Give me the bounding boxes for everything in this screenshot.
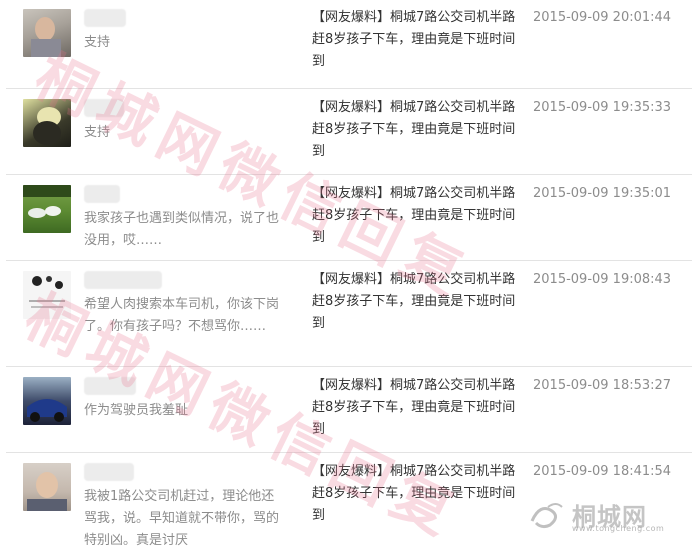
- comment-text: 希望人肉搜索本车司机，你该下岗了。你有孩子吗？不想骂你……: [84, 297, 280, 334]
- avatar-photo: [27, 399, 67, 422]
- comment-text: 我被1路公交司机赶过，理论他还骂我，说。早知道就不带你，骂的特别凶。真是讨厌: [84, 489, 280, 548]
- logo-icon: [530, 503, 563, 529]
- user-name-blurred[interactable]: [84, 99, 124, 117]
- article-link[interactable]: 【网友爆料】桐城7路公交司机半路赶8岁孩子下车，理由竟是下班时间到: [312, 7, 517, 73]
- avatar-photo: [23, 185, 71, 218]
- comment-time: 2015-09-09 19:35:01: [533, 186, 672, 201]
- comment-row: 作为驾驶员我羞耻 【网友爆料】桐城7路公交司机半路赶8岁孩子下车，理由竟是下班时…: [6, 366, 692, 452]
- article-link[interactable]: 【网友爆料】桐城7路公交司机半路赶8岁孩子下车，理由竟是下班时间到: [312, 375, 517, 441]
- comment-time: 2015-09-09 18:41:54: [533, 464, 672, 479]
- article-link[interactable]: 【网友爆料】桐城7路公交司机半路赶8岁孩子下车，理由竟是下班时间到: [312, 97, 517, 163]
- comment-time: 2015-09-09 20:01:44: [533, 10, 672, 25]
- comment-time: 2015-09-09 19:08:43: [533, 272, 672, 287]
- article-link[interactable]: 【网友爆料】桐城7路公交司机半路赶8岁孩子下车，理由竟是下班时间到: [312, 461, 517, 527]
- user-avatar[interactable]: [23, 271, 71, 319]
- comment-text: 作为驾驶员我羞耻: [84, 403, 189, 418]
- comment-row: 支持 【网友爆料】桐城7路公交司机半路赶8岁孩子下车，理由竟是下班时间到 201…: [6, 88, 692, 174]
- avatar-photo: [33, 107, 61, 145]
- avatar-photo: [29, 276, 65, 308]
- user-avatar[interactable]: [23, 9, 71, 57]
- avatar-photo: [27, 472, 67, 511]
- comment-row: 支持 【网友爆料】桐城7路公交司机半路赶8岁孩子下车，理由竟是下班时间到 201…: [6, 0, 692, 88]
- article-link[interactable]: 【网友爆料】桐城7路公交司机半路赶8岁孩子下车，理由竟是下班时间到: [312, 183, 517, 249]
- comment-text: 我家孩子也遇到类似情况，说了也没用，哎……: [84, 211, 280, 248]
- user-name-blurred[interactable]: [84, 185, 120, 203]
- comment-row: 我家孩子也遇到类似情况，说了也没用，哎…… 【网友爆料】桐城7路公交司机半路赶8…: [6, 174, 692, 260]
- article-link[interactable]: 【网友爆料】桐城7路公交司机半路赶8岁孩子下车，理由竟是下班时间到: [312, 269, 517, 335]
- site-logo: 桐城网 www.tongcheng.com: [526, 494, 676, 534]
- user-name-blurred[interactable]: [84, 463, 134, 481]
- comment-text: 支持: [84, 35, 111, 50]
- user-avatar[interactable]: [23, 463, 71, 511]
- user-avatar[interactable]: [23, 185, 71, 233]
- comment-row: 希望人肉搜索本车司机，你该下岗了。你有孩子吗？不想骂你…… 【网友爆料】桐城7路…: [6, 260, 692, 366]
- user-name-blurred[interactable]: [84, 9, 126, 27]
- user-name-blurred[interactable]: [84, 377, 136, 395]
- comment-list: 支持 【网友爆料】桐城7路公交司机半路赶8岁孩子下车，理由竟是下班时间到 201…: [0, 0, 692, 554]
- user-name-blurred[interactable]: [84, 271, 162, 289]
- user-avatar[interactable]: [23, 99, 71, 147]
- logo-url: www.tongcheng.com: [572, 524, 665, 533]
- comment-time: 2015-09-09 18:53:27: [533, 378, 672, 393]
- comment-time: 2015-09-09 19:35:33: [533, 100, 672, 115]
- avatar-photo: [31, 17, 61, 57]
- comment-text: 支持: [84, 125, 111, 140]
- user-avatar[interactable]: [23, 377, 71, 425]
